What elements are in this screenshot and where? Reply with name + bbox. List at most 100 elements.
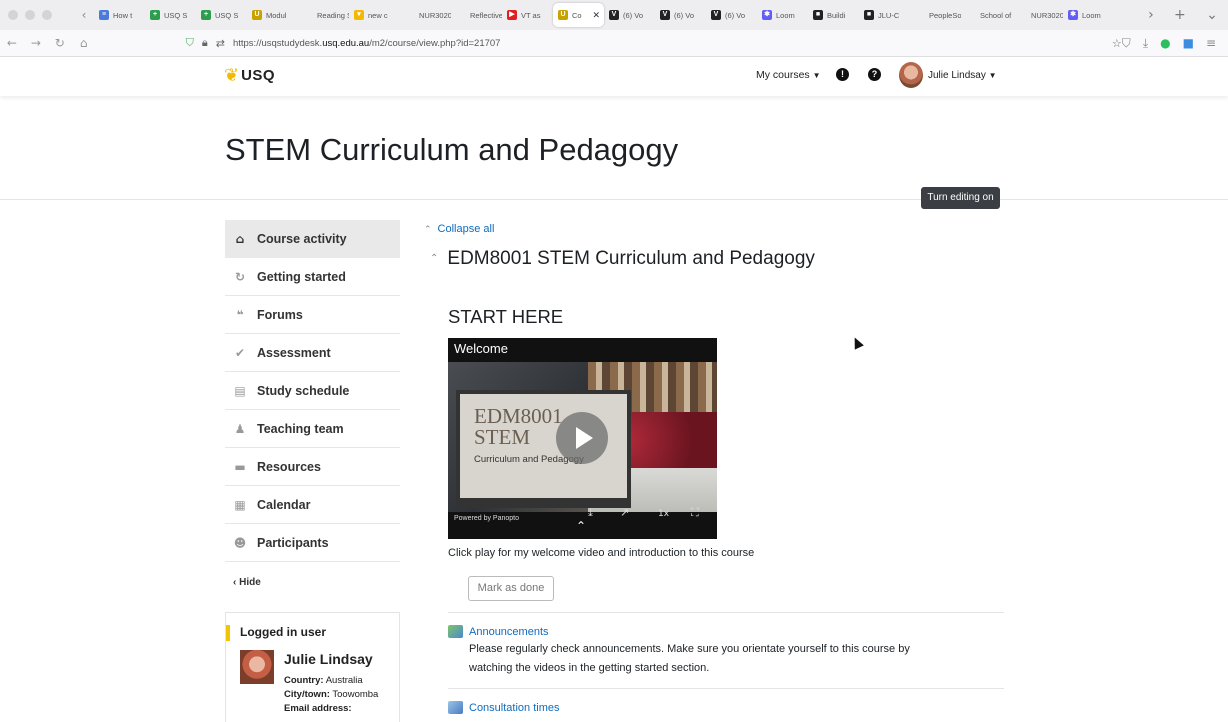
browser-tab[interactable]: + USQ S	[145, 3, 196, 27]
browser-tab[interactable]: ≡ How t	[94, 3, 145, 27]
logged-in-user-block: Logged in user Julie Lindsay Country: Au…	[225, 612, 400, 722]
logged-in-block-title: Logged in user	[226, 625, 326, 641]
course-index-item[interactable]: ▤ Study schedule	[225, 372, 400, 410]
playback-speed-button[interactable]: 1x	[658, 509, 669, 519]
course-index-item[interactable]: ▬ Resources	[225, 448, 400, 486]
browser-tab[interactable]: PeopleSof	[910, 3, 961, 27]
back-icon[interactable]: ←	[0, 36, 24, 50]
toolbar-extensions: ⛉ ⤓ ● ■ ≡	[1122, 36, 1228, 51]
shield-icon[interactable]: ⛉	[186, 36, 194, 50]
announcements-link[interactable]: Announcements	[448, 625, 549, 638]
tab-scroll-right-icon[interactable]: ›	[1148, 7, 1154, 23]
download-icon[interactable]: ⤓	[588, 506, 593, 520]
browser-tab[interactable]: ✱ Loom	[757, 3, 808, 27]
browser-tab[interactable]: ■ Buildi	[808, 3, 859, 27]
user-profile-picture[interactable]	[240, 650, 274, 684]
hide-drawer-link[interactable]: ‹ Hide	[225, 577, 400, 588]
user-avatar[interactable]	[899, 62, 923, 88]
tab-label: (6) Vo	[674, 10, 695, 20]
help-icon[interactable]: ?	[868, 68, 881, 81]
section-heading[interactable]: ⌃ EDM8001 STEM Curriculum and Pedagogy	[430, 248, 815, 270]
browser-tab[interactable]: ▶ VT as	[502, 3, 553, 27]
consultation-label: Consultation times	[469, 701, 560, 714]
bookmark-star-icon[interactable]: ☆	[1112, 37, 1122, 50]
consultation-times-link[interactable]: Consultation times	[448, 701, 560, 714]
my-courses-menu[interactable]: My courses ▼	[756, 69, 821, 81]
open-external-icon[interactable]: ↗	[620, 506, 629, 519]
course-index-item-label: Participants	[257, 535, 329, 550]
course-index-item-icon: ↻	[234, 269, 246, 284]
browser-tab[interactable]: U Modul	[247, 3, 298, 27]
logged-in-user-name[interactable]: Julie Lindsay	[284, 651, 373, 667]
tab-favicon-icon	[1017, 10, 1027, 20]
address-bar[interactable]: ⛉ 🔒︎ ⇄ https://usqstudydesk.usq.edu.au/m…	[186, 32, 1122, 54]
browser-tab[interactable]: Reading S	[298, 3, 349, 27]
welcome-video-player[interactable]: Welcome EDM8001 STEM Curriculum and Pedag…	[448, 338, 717, 539]
course-index-item[interactable]: ☻ Participants	[225, 524, 400, 562]
notifications-icon[interactable]: !	[836, 68, 849, 81]
browser-tab[interactable]: U Co ✕	[553, 3, 604, 27]
email-row: Email address:	[284, 703, 352, 714]
browser-tab[interactable]: V (6) Vo	[706, 3, 757, 27]
browser-tab[interactable]: ▾ new c	[349, 3, 400, 27]
close-tab-icon[interactable]: ✕	[592, 10, 600, 21]
browser-tab[interactable]: + USQ S	[196, 3, 247, 27]
home-icon[interactable]: ⌂	[72, 36, 96, 50]
window-controls[interactable]	[0, 10, 74, 20]
fullscreen-icon[interactable]: ⛶	[691, 506, 699, 520]
browser-tab-bar: ‹ ≡ How t + USQ S + USQ S U Modul Reading S ▾ new …	[0, 0, 1228, 30]
browser-tab[interactable]: NUR3020	[1012, 3, 1063, 27]
usq-logo[interactable]: ❦ USQ	[224, 65, 275, 86]
user-menu-name: Julie Lindsay	[928, 70, 986, 81]
browser-tab[interactable]: NUR3020	[400, 3, 451, 27]
browser-tab[interactable]: ■ JLU-C	[859, 3, 910, 27]
course-index-item[interactable]: ♟ Teaching team	[225, 410, 400, 448]
tab-favicon-icon: ▶	[507, 10, 517, 20]
course-index-item-label: Assessment	[257, 345, 331, 360]
forward-icon[interactable]: →	[24, 36, 48, 50]
chevron-down-icon: ▼	[812, 71, 821, 80]
mark-as-done-button[interactable]: Mark as done	[468, 576, 554, 601]
reload-icon[interactable]: ↻	[48, 36, 72, 50]
url-text[interactable]: https://usqstudydesk.usq.edu.au/m2/cours…	[233, 38, 501, 49]
course-index-item-label: Forums	[257, 307, 303, 322]
permissions-icon[interactable]: ⇄	[216, 37, 225, 50]
browser-tab[interactable]: ✱ Loom	[1063, 3, 1114, 27]
tab-favicon-icon: ■	[813, 10, 823, 20]
course-index-item[interactable]: ⌂ Course activity	[225, 220, 400, 258]
browser-tab[interactable]: Reflective	[451, 3, 502, 27]
course-index-item-label: Study schedule	[257, 383, 350, 398]
course-index-item-icon: ▦	[234, 497, 246, 512]
user-menu[interactable]: Julie Lindsay ▼	[928, 70, 997, 81]
course-index-item-label: Course activity	[257, 232, 347, 246]
browser-tab[interactable]: School of	[961, 3, 1012, 27]
download-icon[interactable]: ⤓	[1143, 36, 1148, 51]
course-index-item[interactable]: ▦ Calendar	[225, 486, 400, 524]
tab-label: VT as	[521, 10, 541, 20]
course-index-item[interactable]: ↻ Getting started	[225, 258, 400, 296]
course-index-item[interactable]: ✔ Assessment	[225, 334, 400, 372]
play-button-icon[interactable]	[556, 412, 608, 464]
tab-favicon-icon: V	[711, 10, 721, 20]
turn-editing-on-button[interactable]: Turn editing on	[921, 187, 1000, 209]
course-index-item[interactable]: ❝ Forums	[225, 296, 400, 334]
evernote-extension-icon[interactable]: ●	[1160, 36, 1170, 51]
tab-favicon-icon	[405, 10, 415, 20]
tab-label: (6) Vo	[623, 10, 644, 20]
tab-list-menu-icon[interactable]: ⌄	[1206, 7, 1218, 23]
tab-label: USQ S	[164, 10, 188, 20]
collapse-all-link[interactable]: ⌃ Collapse all	[424, 223, 494, 235]
chevron-up-icon[interactable]: ⌃	[576, 519, 586, 533]
course-index-item-label: Getting started	[257, 269, 346, 284]
browser-tab[interactable]: V (6) Vo	[604, 3, 655, 27]
browser-tab[interactable]: V (6) Vo	[655, 3, 706, 27]
pocket-icon[interactable]: ⛉	[1122, 36, 1131, 51]
tab-scroll-left-icon[interactable]: ‹	[74, 8, 94, 22]
lock-icon[interactable]: 🔒︎	[202, 36, 208, 50]
extension-icon[interactable]: ■	[1183, 36, 1194, 51]
app-menu-icon[interactable]: ≡	[1206, 36, 1216, 51]
forum-icon	[448, 625, 463, 638]
chevron-up-icon: ⌃	[430, 253, 439, 265]
page-header: STEM Curriculum and Pedagogy Turn editin…	[0, 96, 1228, 209]
new-tab-icon[interactable]: +	[1174, 7, 1186, 23]
